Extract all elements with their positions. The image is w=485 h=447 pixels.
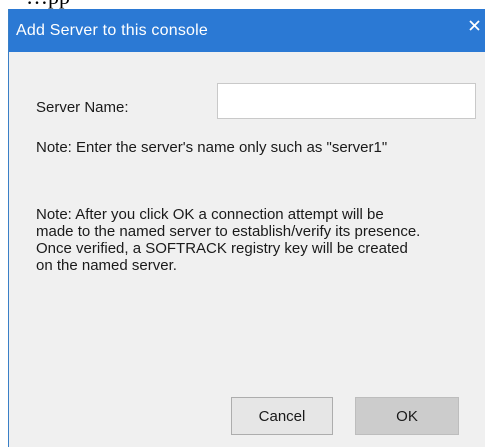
connection-note-line: Note: After you click OK a connection at… — [36, 206, 384, 223]
close-button[interactable] — [463, 9, 485, 41]
connection-note-line: on the named server. — [36, 257, 177, 274]
connection-note-line: Once verified, a SOFTRACK registry key w… — [36, 240, 408, 257]
connection-note-line: made to the named server to establish/ve… — [36, 223, 421, 240]
background-window-text: …pp — [26, 0, 70, 8]
ok-button[interactable]: OK — [355, 397, 459, 435]
dialog-title: Add Server to this console — [16, 22, 208, 39]
connection-note: Note: After you click OK a connection at… — [36, 206, 482, 274]
background-window-strip: …pp — [0, 0, 485, 9]
server-name-label: Server Name: — [36, 99, 129, 116]
page: …pp Add Server to this console Server Na… — [0, 0, 485, 447]
dialog-titlebar[interactable]: Add Server to this console — [9, 9, 485, 52]
cancel-button[interactable]: Cancel — [231, 397, 333, 435]
server-name-note: Note: Enter the server's name only such … — [36, 139, 388, 156]
add-server-dialog: Add Server to this console Server Name: … — [8, 9, 485, 447]
server-name-input[interactable] — [217, 83, 476, 119]
close-icon — [468, 19, 480, 31]
